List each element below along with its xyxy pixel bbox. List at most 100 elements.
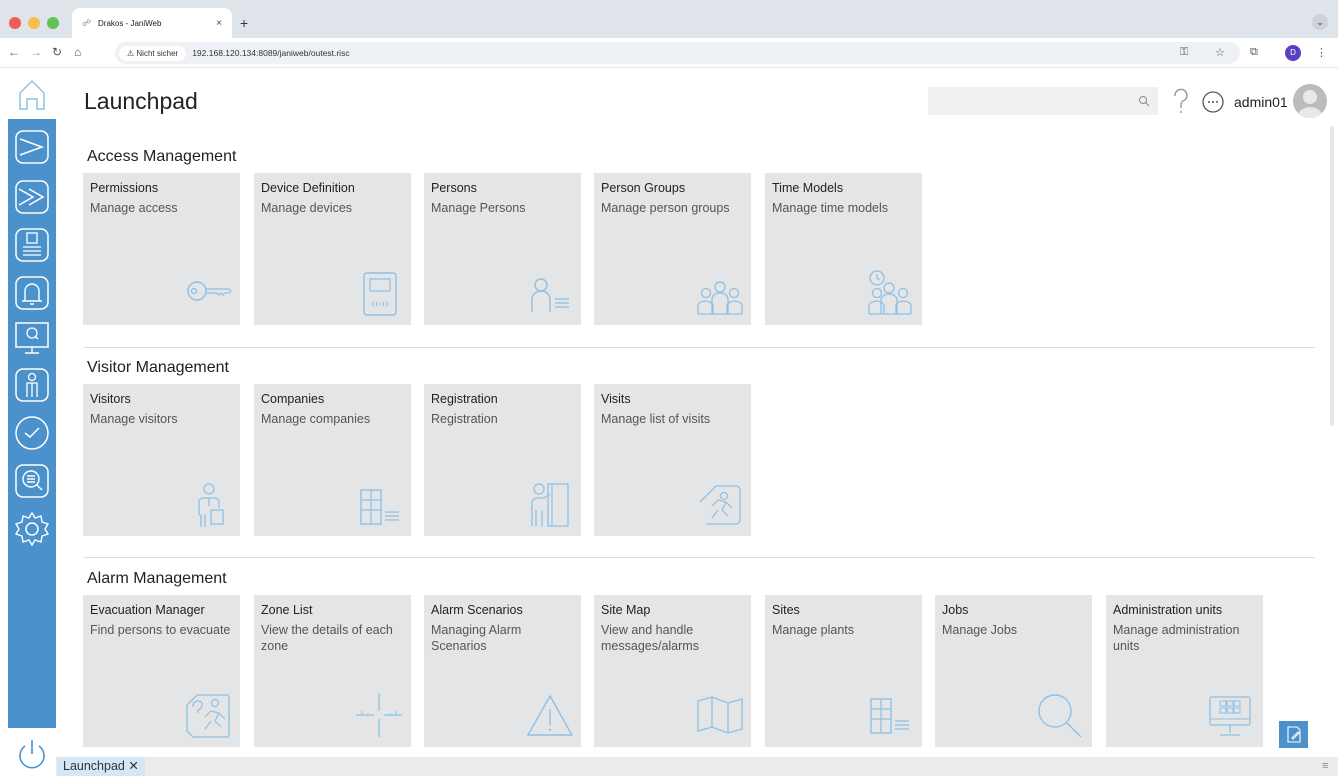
close-window-button[interactable]: [9, 17, 21, 29]
tile-subtitle: Manage administration units: [1113, 623, 1240, 653]
section-title-access-management: Access Management: [87, 148, 237, 165]
minimize-window-button[interactable]: [28, 17, 40, 29]
tile-subtitle: Registration: [431, 412, 498, 426]
extensions-icon[interactable]: ⧉: [1250, 46, 1258, 59]
tile-title: Evacuation Manager: [90, 603, 205, 617]
app-sidebar: [8, 69, 56, 776]
bottom-tab-bar: [56, 757, 1338, 776]
tile-person-groups[interactable]: Person Groups Manage person groups: [594, 173, 751, 325]
tile-subtitle: Manage access: [90, 201, 178, 215]
bottom-menu-icon[interactable]: ≡: [1322, 760, 1328, 772]
vertical-scrollbar[interactable]: [1330, 126, 1334, 426]
tile-device-definition[interactable]: Device Definition Manage devices: [254, 173, 411, 325]
new-tab-button[interactable]: +: [240, 15, 248, 31]
tile-persons[interactable]: Persons Manage Persons: [424, 173, 581, 325]
tile-administration-units[interactable]: Administration units Manage administrati…: [1106, 595, 1263, 747]
tile-registration[interactable]: Registration Registration: [424, 384, 581, 536]
search-field[interactable]: [928, 87, 1158, 115]
tile-subtitle: Manage list of visits: [601, 412, 711, 426]
sidebar-forward-icon[interactable]: [14, 129, 50, 165]
sidebar-settings-gear-icon[interactable]: [14, 511, 50, 547]
tile-subtitle: Manage devices: [261, 201, 353, 215]
registration-door-icon: [531, 483, 569, 527]
warning-icon: [526, 694, 574, 736]
security-indicator[interactable]: ⚠ Nicht sicher: [119, 45, 187, 61]
edit-note-button[interactable]: [1279, 721, 1308, 748]
tile-title: Registration: [431, 392, 498, 406]
bottom-tab-launchpad[interactable]: Launchpad ✕: [57, 757, 145, 776]
evacuation-icon: [186, 694, 230, 738]
profile-avatar[interactable]: D: [1285, 45, 1301, 61]
bottom-tab-close-icon[interactable]: ✕: [128, 759, 138, 773]
tile-title: Zone List: [261, 603, 313, 617]
map-icon: [697, 696, 743, 734]
home-icon: [19, 79, 45, 110]
tile-subtitle: Manage companies: [261, 412, 371, 426]
key-icon: [187, 281, 232, 301]
home-button[interactable]: ⌂: [74, 45, 81, 59]
tab-close-button[interactable]: ×: [216, 18, 222, 29]
section-divider: [84, 347, 1315, 348]
sidebar-clock-icon[interactable]: [14, 415, 50, 451]
tile-evacuation-manager[interactable]: Evacuation Manager Find persons to evacu…: [83, 595, 240, 747]
tile-companies[interactable]: Companies Manage companies: [254, 384, 411, 536]
chat-icon[interactable]: [1201, 90, 1225, 114]
tile-jobs[interactable]: Jobs Manage Jobs: [935, 595, 1092, 747]
reload-button[interactable]: ↻: [52, 45, 62, 59]
search-icon[interactable]: [1138, 95, 1150, 107]
tile-visitors[interactable]: Visitors Manage visitors: [83, 384, 240, 536]
avatar[interactable]: [1293, 84, 1327, 118]
password-key-icon[interactable]: ⚿: [1180, 46, 1188, 59]
tile-subtitle: Find persons to evacuate: [90, 623, 231, 637]
tile-time-models[interactable]: Time Models Manage time models: [765, 173, 922, 325]
building-list-icon: [360, 489, 399, 525]
section-divider: [84, 557, 1315, 558]
magnifier-icon: [1038, 694, 1082, 738]
tile-permissions[interactable]: Permissions Manage access: [83, 173, 240, 325]
logout-button[interactable]: [8, 728, 56, 776]
tile-zone-list[interactable]: Zone List View the details of each zone: [254, 595, 411, 747]
url-text: 192.168.120.134:8089/janiweb/outest.risc: [192, 48, 350, 58]
address-bar[interactable]: ⚠ Nicht sicher 192.168.120.134:8089/jani…: [115, 42, 1240, 64]
sidebar-search-report-icon[interactable]: [14, 463, 50, 499]
tile-title: Visits: [601, 392, 631, 406]
tile-subtitle: Manage time models: [772, 201, 889, 215]
sidebar-badge-list-icon[interactable]: [14, 227, 50, 263]
tile-subtitle: Managing Alarm Scenarios: [431, 623, 522, 653]
browser-window: ☍ Drakos - JaniWeb × + ⌄ ← → ↻ ⌂ ⚠ Nicht…: [0, 0, 1338, 776]
tile-title: Alarm Scenarios: [431, 603, 523, 617]
username[interactable]: admin01: [1234, 94, 1288, 110]
tile-sites[interactable]: Sites Manage plants: [765, 595, 922, 747]
tile-subtitle: View the details of each zone: [261, 623, 393, 653]
tile-title: Persons: [431, 181, 477, 195]
bookmark-star-icon[interactable]: ☆: [1215, 46, 1225, 59]
browser-toolbar: ← → ↻ ⌂ ⚠ Nicht sicher 192.168.120.134:8…: [0, 38, 1338, 68]
page-title: Launchpad: [84, 88, 198, 114]
tile-site-map[interactable]: Site Map View and handle messages/alarms: [594, 595, 751, 747]
tile-title: Administration units: [1113, 603, 1223, 617]
time-group-icon: [868, 270, 912, 315]
browser-tab[interactable]: ☍ Drakos - JaniWeb ×: [72, 8, 232, 38]
browser-menu-icon[interactable]: ⋮: [1316, 46, 1327, 59]
sidebar-alarm-bell-icon[interactable]: [14, 275, 50, 311]
sidebar-presentation-icon[interactable]: [14, 319, 50, 355]
browser-tab-strip: ☍ Drakos - JaniWeb × + ⌄: [0, 0, 1338, 38]
tab-search-button[interactable]: ⌄: [1312, 14, 1328, 30]
tile-title: Site Map: [601, 603, 651, 617]
section-title-visitor-management: Visitor Management: [87, 359, 229, 376]
sidebar-visitor-icon[interactable]: [14, 367, 50, 403]
help-icon[interactable]: [1168, 87, 1194, 115]
forward-button[interactable]: →: [30, 45, 42, 59]
tile-alarm-scenarios[interactable]: Alarm Scenarios Managing Alarm Scenarios: [424, 595, 581, 747]
browser-tab-title: Drakos - JaniWeb: [98, 18, 162, 28]
sidebar-fast-forward-icon[interactable]: [14, 179, 50, 215]
tile-title: Companies: [261, 392, 325, 406]
sidebar-home[interactable]: [8, 69, 56, 119]
tile-subtitle: Manage plants: [772, 623, 855, 637]
tile-title: Visitors: [90, 392, 131, 406]
maximize-window-button[interactable]: [47, 17, 59, 29]
crosshair-icon: [356, 693, 402, 737]
tile-subtitle: Manage visitors: [90, 412, 178, 426]
back-button[interactable]: ←: [8, 45, 20, 59]
tile-visits[interactable]: Visits Manage list of visits: [594, 384, 751, 536]
